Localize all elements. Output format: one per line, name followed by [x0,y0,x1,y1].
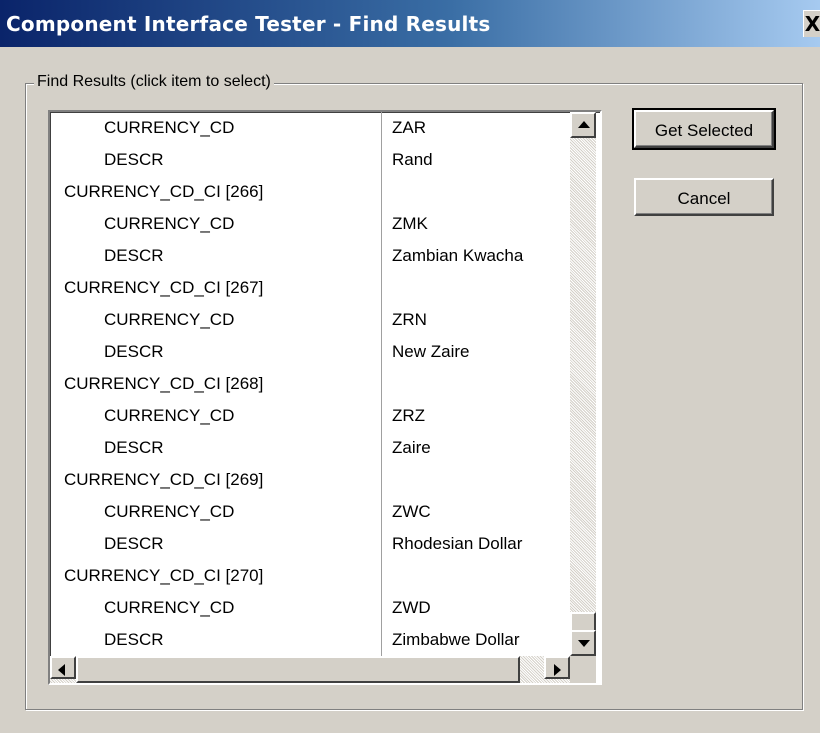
field-name: CURRENCY_CD [104,598,235,617]
title-bar[interactable]: Component Interface Tester - Find Result… [0,0,820,47]
arrow-left-icon [58,664,65,676]
field-name: CURRENCY_CD_CI [268] [64,374,264,393]
field-name: DESCR [104,438,164,457]
field-name: DESCR [104,342,164,361]
field-value: ZRZ [392,406,426,425]
field-name: DESCR [104,246,164,265]
list-item[interactable]: CURRENCY_CD ZRN [50,304,570,336]
list-item[interactable]: DESCR Zimbabwe Dollar [50,624,570,656]
field-value: ZMK [392,214,428,233]
scrollbar-corner [570,656,596,683]
vertical-scrollbar[interactable] [570,112,596,656]
vertical-scroll-thumb[interactable] [570,612,596,632]
results-listbox[interactable]: CURRENCY_CD ZAR DESCR Rand CURRENCY_CD_CI [2… [48,110,602,685]
horizontal-scrollbar[interactable] [50,656,570,683]
arrow-down-icon [578,640,590,647]
field-value: ZWC [392,502,431,521]
close-icon[interactable]: X [803,10,820,37]
list-item-group[interactable]: CURRENCY_CD_CI [269] [50,464,570,496]
field-name: CURRENCY_CD_CI [266] [64,182,264,201]
scroll-left-button[interactable] [50,656,76,679]
field-name: CURRENCY_CD [104,118,235,137]
field-value: ZAR [392,118,426,137]
list-item[interactable]: CURRENCY_CD ZMK [50,208,570,240]
column-divider [381,112,382,656]
list-item[interactable]: DESCR Zaire [50,432,570,464]
field-value: New Zaire [392,342,470,361]
field-value: ZRN [392,310,427,329]
list-item[interactable]: CURRENCY_CD ZAR [50,112,570,144]
field-value: Rhodesian Dollar [392,534,523,553]
list-item[interactable]: CURRENCY_CD ZRZ [50,400,570,432]
field-name: CURRENCY_CD_CI [267] [64,278,264,297]
arrow-up-icon [578,121,590,128]
field-name: DESCR [104,630,164,649]
cancel-button[interactable]: Cancel [634,178,774,216]
horizontal-scroll-thumb[interactable] [76,656,520,683]
scroll-up-button[interactable] [570,112,596,138]
window-title: Component Interface Tester - Find Result… [6,12,491,36]
field-value: Zambian Kwacha [392,246,524,265]
list-item-group[interactable]: CURRENCY_CD_CI [268] [50,368,570,400]
field-value: Zaire [392,438,431,457]
field-name: CURRENCY_CD [104,214,235,233]
list-item[interactable]: DESCR New Zaire [50,336,570,368]
list-item[interactable]: CURRENCY_CD ZWD [50,592,570,624]
field-value: Rand [392,150,433,169]
list-item-group[interactable]: CURRENCY_CD_CI [266] [50,176,570,208]
group-label: Find Results (click item to select) [34,73,274,91]
list-item-group[interactable]: CURRENCY_CD_CI [267] [50,272,570,304]
list-item-group[interactable]: CURRENCY_CD_CI [270] [50,560,570,592]
field-value: Zimbabwe Dollar [392,630,520,649]
list-item[interactable]: DESCR Rand [50,144,570,176]
field-name: DESCR [104,534,164,553]
field-name: CURRENCY_CD [104,502,235,521]
arrow-right-icon [554,664,561,676]
scroll-down-button[interactable] [570,630,596,656]
field-name: CURRENCY_CD [104,310,235,329]
list-item[interactable]: DESCR Zambian Kwacha [50,240,570,272]
list-item[interactable]: DESCR Rhodesian Dollar [50,528,570,560]
scroll-right-button[interactable] [544,656,570,679]
field-name: CURRENCY_CD_CI [269] [64,470,264,489]
field-name: DESCR [104,150,164,169]
list-item[interactable]: CURRENCY_CD ZWC [50,496,570,528]
get-selected-button[interactable]: Get Selected [632,108,776,150]
field-name: CURRENCY_CD [104,406,235,425]
field-name: CURRENCY_CD_CI [270] [64,566,264,585]
field-value: ZWD [392,598,431,617]
find-results-dialog: Component Interface Tester - Find Result… [0,0,820,733]
